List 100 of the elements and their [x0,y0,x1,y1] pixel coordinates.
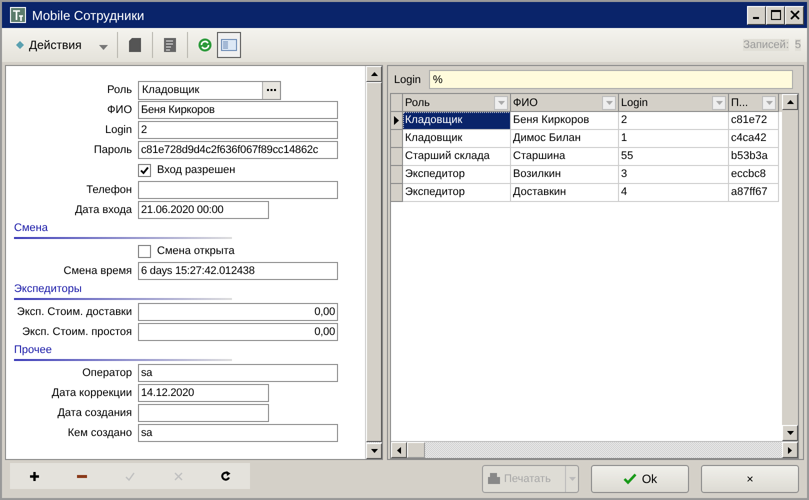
down-arrow-icon [370,449,378,453]
minimize-button[interactable] [747,6,766,24]
refresh-icon [198,38,212,52]
grid-horizontal-scrollbar[interactable] [391,441,798,458]
section-title: Смена [14,222,48,234]
checkmark-icon [125,472,135,480]
list-icon [164,38,176,52]
field-label: Эксп. Стоим. доставки [16,306,132,318]
column-header[interactable]: Login [619,94,729,112]
maximize-icon [770,10,780,20]
field-label: Дата входа [74,204,132,216]
input-field[interactable]: 0,00 [138,323,338,341]
app-icon [10,7,26,23]
input-field[interactable] [138,181,338,199]
column-header[interactable]: П... [729,94,779,112]
plus-icon [30,472,38,480]
scroll-track [366,442,382,443]
input-field[interactable]: 14.12.2020 [138,384,269,402]
field-label: Дата создания [56,407,132,419]
table-cell: Димос Билан [511,130,619,148]
field-label: Дата коррекции [50,387,132,399]
redo-icon [221,471,231,481]
table-cell: c81e72 [729,112,779,130]
table-cell: 2 [619,112,729,130]
input-field[interactable] [138,404,269,422]
scroll-thumb[interactable] [407,442,425,458]
caret-icon [98,44,108,50]
field-label: Кем создано [66,427,132,439]
left-arrow-icon [397,446,401,454]
dropdown-icon [766,100,772,104]
down-arrow-icon [786,431,794,435]
minimize-icon [752,17,758,19]
dropdown-icon [716,100,722,104]
checkbox[interactable]: Смена открыта [138,244,235,258]
close-icon [790,10,800,20]
field-label: Роль [106,84,132,96]
caret-icon [568,477,576,481]
field-label: Телефон [85,184,132,196]
diamond-icon [16,41,24,49]
input-field[interactable]: sa [138,364,338,382]
section-title: Экспедиторы [14,283,82,295]
panel-layout-icon [220,39,237,51]
table-cell: Беня Киркоров [511,112,619,130]
table-cell: Старшина [511,148,619,166]
dropdown-icon [498,100,504,104]
field-label: Пароль [92,144,132,156]
dropdown-icon [606,100,612,104]
table-cell: Возилкин [511,166,619,184]
section-title: Прочее [14,344,52,356]
field-label: Login [104,124,132,136]
up-arrow-icon [786,100,794,104]
input-field[interactable]: 0,00 [138,303,338,321]
records-count: 5 [794,39,801,51]
table-cell: Экспедитор [403,184,511,202]
table-cell: Доставкин [511,184,619,202]
layout-toggle-button[interactable] [216,32,241,58]
filter-label: Login [394,74,421,86]
browse-icon [262,82,280,98]
input-field[interactable]: 2 [138,121,338,139]
input-field[interactable]: 6 days 15:27:42.012438 [138,262,338,280]
cross-icon [174,472,182,480]
input-field[interactable]: 21.06.2020 00:00 [138,201,269,219]
table-cell: Кладовщик [403,130,511,148]
table-cell: Кладовщик [403,112,511,130]
field-label: Смена время [62,265,132,277]
field-label: ФИО [106,104,132,116]
input-field[interactable]: Беня Киркоров [138,101,338,119]
checkmark-icon [622,473,637,485]
table-cell: 3 [619,166,729,184]
table-cell: a87ff67 [729,184,779,202]
table-cell: Старший склада [403,148,511,166]
input-field[interactable]: c81e728d9d4c2f636f067f89cc14862c [138,141,338,159]
ok-button[interactable]: Ok [591,465,689,493]
column-header[interactable]: ФИО [511,94,619,112]
input-field[interactable]: sa [138,424,338,442]
table-cell: Экспедитор [403,166,511,184]
lookup-field[interactable]: Кладовщик [138,80,281,100]
document-icon [128,38,141,52]
minus-icon [77,474,87,478]
table-cell: c4ca42 [729,130,779,148]
checkmark-icon [140,166,149,174]
filter-field[interactable]: % [428,70,793,89]
actions-menu-button[interactable]: Действия [12,32,112,58]
printer-icon [487,472,501,486]
records-label: Записей: [743,39,789,51]
table-cell: 55 [619,148,729,166]
up-arrow-icon [370,72,378,76]
right-arrow-icon [788,446,792,454]
field-label: Эксп. Стоим. простоя [21,326,132,338]
table-cell: 1 [619,130,729,148]
row-indicator[interactable] [391,112,403,130]
table-cell: 4 [619,184,729,202]
window-title: Mobile Сотрудники [32,8,146,22]
grid-vertical-scrollbar[interactable] [782,94,798,441]
close-button[interactable] [785,6,804,24]
table-cell: eccbc8 [729,166,779,184]
checkbox[interactable]: Вход разрешен [138,164,236,176]
field-label: Оператор [81,367,132,379]
maximize-button[interactable] [766,6,785,24]
close-dialog-button[interactable]: × [701,465,799,493]
